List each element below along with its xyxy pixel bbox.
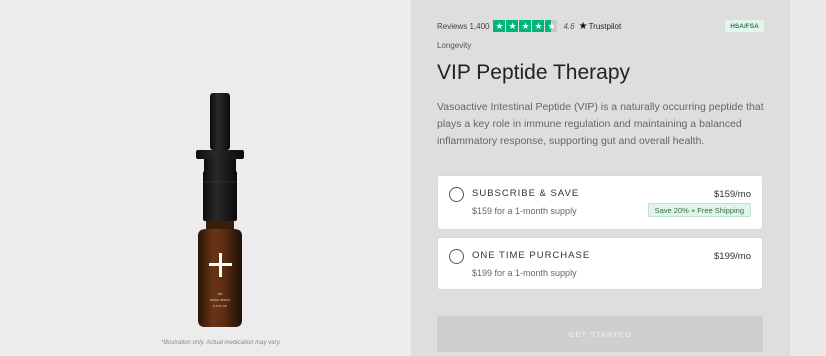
rating-value: 4.6 [563,21,575,31]
bottle-label-line-3: 0.5 FL OZ [213,304,227,308]
bottle-label-line-2: NASAL SPRAY [210,298,231,302]
savings-badge: Save 20% + Free Shipping [647,203,751,217]
subscribe-radio[interactable] [449,187,464,202]
get-started-button[interactable]: GET STARTED [437,316,763,352]
one-time-option-subtitle: $199 for a 1-month supply [472,268,577,278]
star-icon: ★ [519,20,532,32]
reviews-count: Reviews 1,400 [437,21,490,31]
bottle-label-line-1: VIP [218,292,223,296]
trustpilot-star-icon: ★ [578,20,588,32]
one-time-option-name: ONE TIME PURCHASE [472,250,591,261]
subscribe-option-subtitle: $159 for a 1-month supply [472,206,577,216]
product-category: Longevity [437,41,472,50]
star-icon: ★ [493,20,506,32]
one-time-purchase-option[interactable]: ONE TIME PURCHASE $199 for a 1-month sup… [437,237,763,290]
subscribe-option-name: SUBSCRIBE & SAVE [472,188,580,199]
rating-stars: ★ ★ ★ ★ ★ [493,20,558,32]
trustpilot-logo: Trustpilot [588,21,622,31]
subscribe-save-option[interactable]: SUBSCRIBE & SAVE $159 for a 1-month supp… [437,175,763,230]
star-icon: ★ [506,20,519,32]
one-time-option-price: $199/mo [714,251,751,262]
one-time-radio[interactable] [449,249,464,264]
product-title: VIP Peptide Therapy [437,61,631,84]
subscribe-option-price: $159/mo [714,189,751,200]
page-margin [790,0,826,356]
illustration-disclaimer: *Illustration only. Actual medication ma… [161,340,281,346]
half-star-icon: ★ [545,20,558,32]
star-icon: ★ [532,20,545,32]
product-bottle-image: VIP NASAL SPRAY 0.5 FL OZ [196,93,244,327]
reviews-row[interactable]: Reviews 1,400 ★ ★ ★ ★ ★ 4.6 ★ Trustpilot [437,19,621,33]
product-description: Vasoactive Intestinal Peptide (VIP) is a… [437,101,764,147]
hsa-fsa-badge: HSA/FSA [725,20,764,32]
